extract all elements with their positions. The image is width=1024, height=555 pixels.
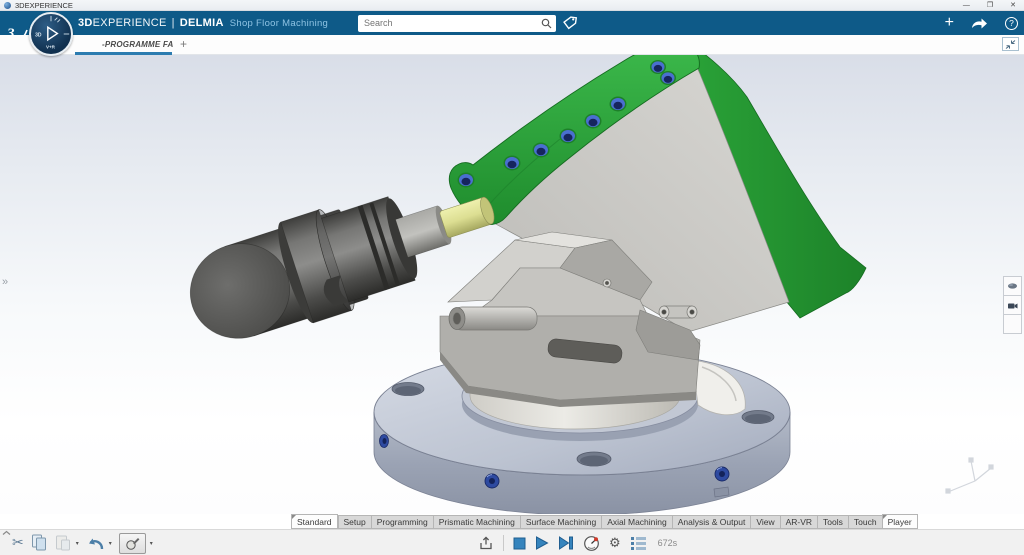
tag-icon[interactable]: [561, 14, 579, 32]
viewport-3d[interactable]: »: [0, 55, 1024, 514]
measure-button[interactable]: [119, 533, 146, 554]
tab-label: Player: [888, 517, 912, 527]
panel-button-model[interactable]: [1003, 276, 1022, 296]
bottom-tab-prismatic-machining[interactable]: Prismatic Machining: [433, 515, 520, 529]
vise-pin: [449, 307, 537, 330]
bottom-tab-standard[interactable]: Standard: [291, 514, 338, 529]
table-notch: [714, 487, 729, 497]
toolbar-collapse-chevron-icon[interactable]: [2, 530, 11, 536]
bottom-tab-analysis-output[interactable]: Analysis & Output: [672, 515, 751, 529]
cut-button[interactable]: ✂: [12, 536, 24, 550]
copy-button[interactable]: [31, 534, 48, 552]
application-window: 3DEXPERIENCE — ❐ ✕ 3 3DEXPERIENCE | DELM…: [0, 0, 1024, 555]
bottom-tab-surface-machining[interactable]: Surface Machining: [520, 515, 601, 529]
camera-icon: [1007, 301, 1018, 310]
bottom-tab-ar-vr[interactable]: AR-VR: [780, 515, 817, 529]
step-forward-button[interactable]: [558, 536, 574, 550]
document-tab-label: -PROGRAMME FA: [102, 40, 174, 49]
paste-dropdown[interactable]: ▾: [76, 540, 79, 547]
brand-experience: EXPERIENCE: [93, 17, 167, 29]
process-list-button[interactable]: [630, 536, 647, 551]
document-tab[interactable]: -PROGRAMME FA: [78, 35, 184, 53]
settings-button[interactable]: ⚙: [609, 537, 621, 550]
tab-label: Analysis & Output: [678, 517, 746, 527]
document-tab-bar: -PROGRAMME FA +: [0, 35, 1024, 55]
close-button[interactable]: ✕: [1010, 2, 1016, 9]
measure-icon: [125, 536, 140, 551]
compass[interactable]: 3D V+R: [29, 12, 73, 56]
tab-label: Setup: [344, 517, 366, 527]
bottom-tab-player[interactable]: Player: [882, 514, 918, 529]
tab-label: Surface Machining: [526, 517, 596, 527]
search-icon[interactable]: [541, 18, 552, 29]
compass-west-label: 3D: [35, 32, 42, 38]
status-bar: ✂ ▾ ▾ ▾: [0, 529, 1024, 555]
axis-triad-icon: [946, 458, 993, 493]
undo-dropdown[interactable]: ▾: [109, 540, 112, 547]
compass-play-icon: [48, 27, 58, 40]
tab-label: View: [756, 517, 774, 527]
panel-button-blank[interactable]: [1003, 314, 1022, 334]
simulation-duration: 672s: [658, 538, 678, 548]
panel-button-capture[interactable]: [1003, 295, 1022, 315]
restore-button[interactable]: ❐: [987, 2, 993, 9]
bottom-tab-programming[interactable]: Programming: [371, 515, 433, 529]
window-titlebar: 3DEXPERIENCE — ❐ ✕: [0, 0, 1024, 11]
search-box[interactable]: [358, 15, 556, 32]
tab-label: Prismatic Machining: [439, 517, 515, 527]
tab-label: Programming: [377, 517, 428, 527]
publish-button[interactable]: [478, 535, 494, 551]
app-area: Shop Floor Machining: [230, 18, 328, 29]
bottom-tab-setup[interactable]: Setup: [338, 515, 371, 529]
speed-button[interactable]: [583, 535, 600, 552]
side-mini-panel: [1003, 277, 1022, 334]
machining-scene: [0, 55, 1024, 514]
measure-dropdown[interactable]: ▾: [150, 540, 153, 547]
app-header: 3 3DEXPERIENCE | DELMIA Shop Floor Machi…: [0, 11, 1024, 35]
bottom-tab-touch[interactable]: Touch: [848, 515, 882, 529]
help-glyph: ?: [1009, 18, 1014, 28]
brand-3d: 3D: [78, 17, 93, 29]
undo-button[interactable]: [86, 535, 105, 552]
tab-label: Standard: [297, 517, 332, 527]
vise-dowel: [659, 306, 697, 318]
bottom-tab-tools[interactable]: Tools: [817, 515, 848, 529]
compass-face: 3D V+R: [31, 14, 71, 54]
tab-label: Touch: [854, 517, 877, 527]
brand-divider: |: [172, 17, 175, 29]
add-content-button[interactable]: +: [945, 15, 954, 31]
share-icon[interactable]: [970, 15, 989, 31]
model-icon: [1007, 282, 1018, 290]
tab-label: AR-VR: [786, 517, 812, 527]
collapse-viewport-button[interactable]: [1002, 37, 1019, 51]
compass-south-label: V+R: [46, 45, 56, 50]
tab-label: Axial Machining: [607, 517, 667, 527]
workbench-tab-strip: Standard Setup Programming Prismatic Mac…: [291, 514, 918, 529]
search-input[interactable]: [358, 18, 541, 28]
paste-button[interactable]: [55, 534, 72, 552]
collapse-arrows-icon: [1004, 39, 1017, 50]
new-tab-button[interactable]: +: [180, 37, 187, 51]
left-panel-chevron[interactable]: »: [2, 276, 8, 288]
minimize-button[interactable]: —: [963, 2, 970, 9]
window-title: 3DEXPERIENCE: [15, 1, 73, 10]
stop-button[interactable]: [513, 537, 526, 550]
tool-tip[interactable]: [439, 196, 497, 239]
app-icon: [4, 2, 11, 9]
toolbar-separator: [503, 535, 504, 551]
bottom-tab-axial-machining[interactable]: Axial Machining: [601, 515, 672, 529]
bottom-tab-view[interactable]: View: [750, 515, 779, 529]
play-button[interactable]: [535, 536, 549, 550]
brand: 3DEXPERIENCE | DELMIA Shop Floor Machini…: [78, 11, 328, 35]
tab-label: Tools: [823, 517, 843, 527]
app-name: DELMIA: [180, 17, 224, 29]
help-button[interactable]: ?: [1005, 17, 1018, 30]
